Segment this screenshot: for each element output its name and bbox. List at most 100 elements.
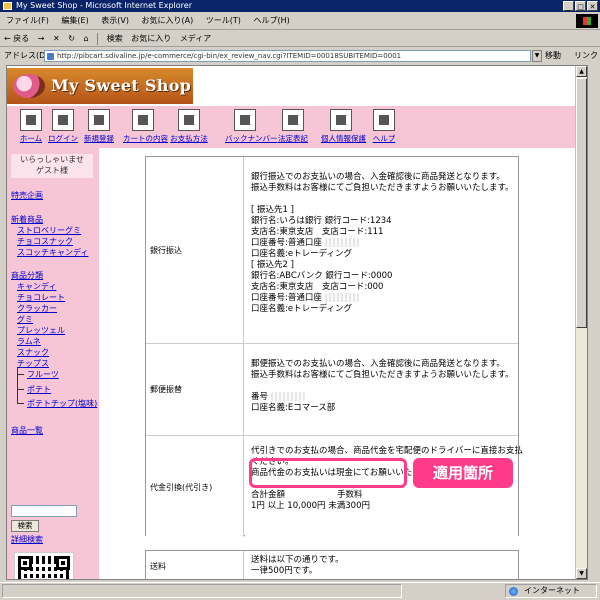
subcategory-link[interactable]: フルーツ: [27, 369, 59, 380]
maximize-button[interactable]: □: [575, 1, 586, 11]
nav-legal[interactable]: 法定表記: [273, 109, 313, 147]
magazine-icon: [234, 109, 256, 131]
back-button[interactable]: ← 戻る: [4, 34, 29, 43]
media-button[interactable]: メディア: [180, 34, 211, 43]
tree-branch: [17, 374, 24, 375]
address-label: アドレス(D): [4, 51, 49, 60]
category-link[interactable]: グミ: [17, 314, 33, 325]
window-title: My Sweet Shop - Microsoft Internet Explo…: [16, 1, 192, 10]
address-dropdown-icon[interactable]: ▼: [532, 50, 542, 62]
search-button[interactable]: 検索: [107, 34, 123, 43]
nav-privacy-label[interactable]: 個人情報保護: [321, 133, 366, 144]
scroll-up-icon[interactable]: ▲: [576, 66, 587, 77]
nav-backnumber-label[interactable]: バックナンバー: [225, 133, 278, 144]
category-link[interactable]: クラッカー: [17, 303, 57, 314]
bank-intro-1: 銀行振込でのお支払いの場合、入金確認後に商品発送となります。: [251, 172, 505, 182]
menu-favorites[interactable]: お気に入り(A): [142, 16, 194, 25]
nav-backnumber[interactable]: バックナンバー: [225, 109, 278, 147]
toolbar-separator: [97, 32, 99, 45]
postal-account-name: 口座名義:Eコマース部: [251, 403, 336, 413]
vertical-scrollbar[interactable]: ▲ ▼: [575, 66, 587, 579]
close-button[interactable]: ✕: [587, 1, 598, 11]
left-sidebar: いらっしゃいませ ゲスト様 特売企画 新着商品 ストロベリーグミ チョコスナック…: [7, 148, 99, 579]
forward-button[interactable]: →: [38, 34, 45, 43]
nav-register[interactable]: 新規登録: [79, 109, 119, 147]
shipping-text-1: 送料は以下の通りです。: [251, 555, 344, 565]
shipping-text-2: 一律500円です。: [251, 566, 318, 576]
cod-text-1: 代引きでのお支払の場合、商品代金を宅配便のドライバーに直接お支払: [251, 446, 523, 456]
sidebar-search-input[interactable]: [11, 505, 77, 517]
new-item-link[interactable]: ストロベリーグミ: [17, 225, 81, 236]
masked-number: [324, 293, 359, 302]
postal-intro-1: 郵便振込でのお支払いの場合、入金確認後に商品発送となります。: [251, 359, 505, 369]
bank-transfer-body: 銀行振込でのお支払いの場合、入金確認後に商品発送となります。 振込手数料はお客様…: [245, 157, 518, 343]
nav-privacy[interactable]: 個人情報保護: [321, 109, 366, 147]
menu-edit[interactable]: 編集(E): [61, 16, 88, 25]
new-item-link[interactable]: スコッチキャンディ: [17, 247, 88, 258]
stop-button[interactable]: ✕: [53, 34, 60, 43]
category-link[interactable]: プレッツェル: [17, 325, 65, 336]
bank-intro-2: 振込手数料はお客様にてご負担いただきますようお願いいたします。: [251, 183, 514, 193]
home-icon: [20, 109, 42, 131]
new-products-link[interactable]: 新着商品: [11, 214, 43, 225]
cod-total-header: 合計金額: [251, 490, 286, 500]
menu-view[interactable]: 表示(V): [101, 16, 129, 25]
nav-payment[interactable]: お支払方法: [169, 109, 209, 147]
advanced-search-link[interactable]: 詳細検索: [11, 534, 43, 545]
bank-account-1-header: [ 振込先1 ]: [251, 205, 294, 215]
go-button[interactable]: 移動: [545, 48, 561, 64]
postal-number: 番号: [251, 392, 269, 402]
category-link[interactable]: ラムネ: [17, 336, 41, 347]
nav-login-label[interactable]: ログイン: [43, 133, 83, 144]
shipping-label: 送料: [150, 562, 166, 571]
refresh-button[interactable]: ↻: [68, 34, 75, 43]
menu-help[interactable]: ヘルプ(H): [253, 16, 289, 25]
bank-account-1-name: 口座名義:eトレーディング: [251, 249, 352, 259]
nav-legal-label[interactable]: 法定表記: [273, 133, 313, 144]
bank-transfer-row: 銀行振込 銀行振込でのお支払いの場合、入金確認後に商品発送となります。 振込手数…: [146, 157, 518, 343]
nav-cart-label[interactable]: カートの内容: [123, 133, 168, 144]
login-door-icon: [52, 109, 74, 131]
welcome-line-2: ゲスト様: [36, 166, 68, 175]
subcategory-link[interactable]: ポテトチップ(塩味): [27, 398, 97, 409]
category-link[interactable]: スナック: [17, 347, 49, 358]
scroll-down-icon[interactable]: ▼: [576, 568, 587, 579]
special-sale-link[interactable]: 特売企画: [11, 190, 43, 201]
welcome-line-1: いらっしゃいませ: [20, 155, 84, 164]
qr-finder-pattern: [56, 556, 70, 570]
sidebar-search-button[interactable]: 検索: [11, 520, 39, 532]
bank-account-2-bank: 銀行名:ABCバンク 銀行コード:0000: [251, 271, 393, 281]
nav-help[interactable]: ヘルプ: [364, 109, 404, 147]
browser-toolbar: ← 戻る → ✕ ↻ ⌂ 検索 お気に入り メディア: [0, 31, 600, 47]
menu-tools[interactable]: ツール(T): [206, 16, 241, 25]
nav-register-label[interactable]: 新規登録: [79, 133, 119, 144]
shipping-body: 送料は以下の通りです。 一律500円です。: [245, 551, 518, 579]
links-button[interactable]: リンク: [574, 48, 598, 64]
nav-payment-label[interactable]: お支払方法: [169, 133, 209, 144]
categories-link[interactable]: 商品分類: [11, 270, 43, 281]
bank-account-2-name: 口座名義:eトレーディング: [251, 304, 352, 314]
category-link[interactable]: チョコレート: [17, 292, 65, 303]
home-button[interactable]: ⌂: [84, 34, 89, 43]
subcategory-link[interactable]: ポテト: [27, 384, 51, 395]
new-item-link[interactable]: チョコスナック: [17, 236, 73, 247]
nav-cart[interactable]: カートの内容: [123, 109, 168, 147]
scroll-thumb[interactable]: [576, 78, 587, 328]
shop-logo-banner[interactable]: My Sweet Shop: [7, 68, 193, 104]
category-link[interactable]: キャンディ: [17, 281, 56, 292]
bank-account-2-number: 口座番号:普通口座: [251, 293, 322, 303]
product-list-link[interactable]: 商品一覧: [11, 425, 43, 436]
nav-help-label[interactable]: ヘルプ: [364, 133, 404, 144]
minimize-button[interactable]: _: [563, 1, 574, 11]
shipping-row: 送料 送料は以下の通りです。 一律500円です。: [146, 551, 518, 579]
cod-label-cell: 代金引換(代引き): [146, 436, 244, 537]
bank-account-1-branch: 支店名:東京支店 支店コード:111: [251, 227, 384, 237]
bank-account-2-number-row: 口座番号:普通口座: [251, 293, 512, 304]
windows-logo-icon: [576, 14, 598, 28]
favorites-button[interactable]: お気に入り: [131, 34, 171, 43]
menu-file[interactable]: ファイル(F): [6, 16, 49, 25]
address-bar: アドレス(D) http://pibcart.sdivaline.jp/e-co…: [0, 48, 600, 64]
address-input[interactable]: http://pibcart.sdivaline.jp/e-commerce/c…: [44, 50, 531, 62]
masked-number: [270, 392, 305, 401]
nav-login[interactable]: ログイン: [43, 109, 83, 147]
